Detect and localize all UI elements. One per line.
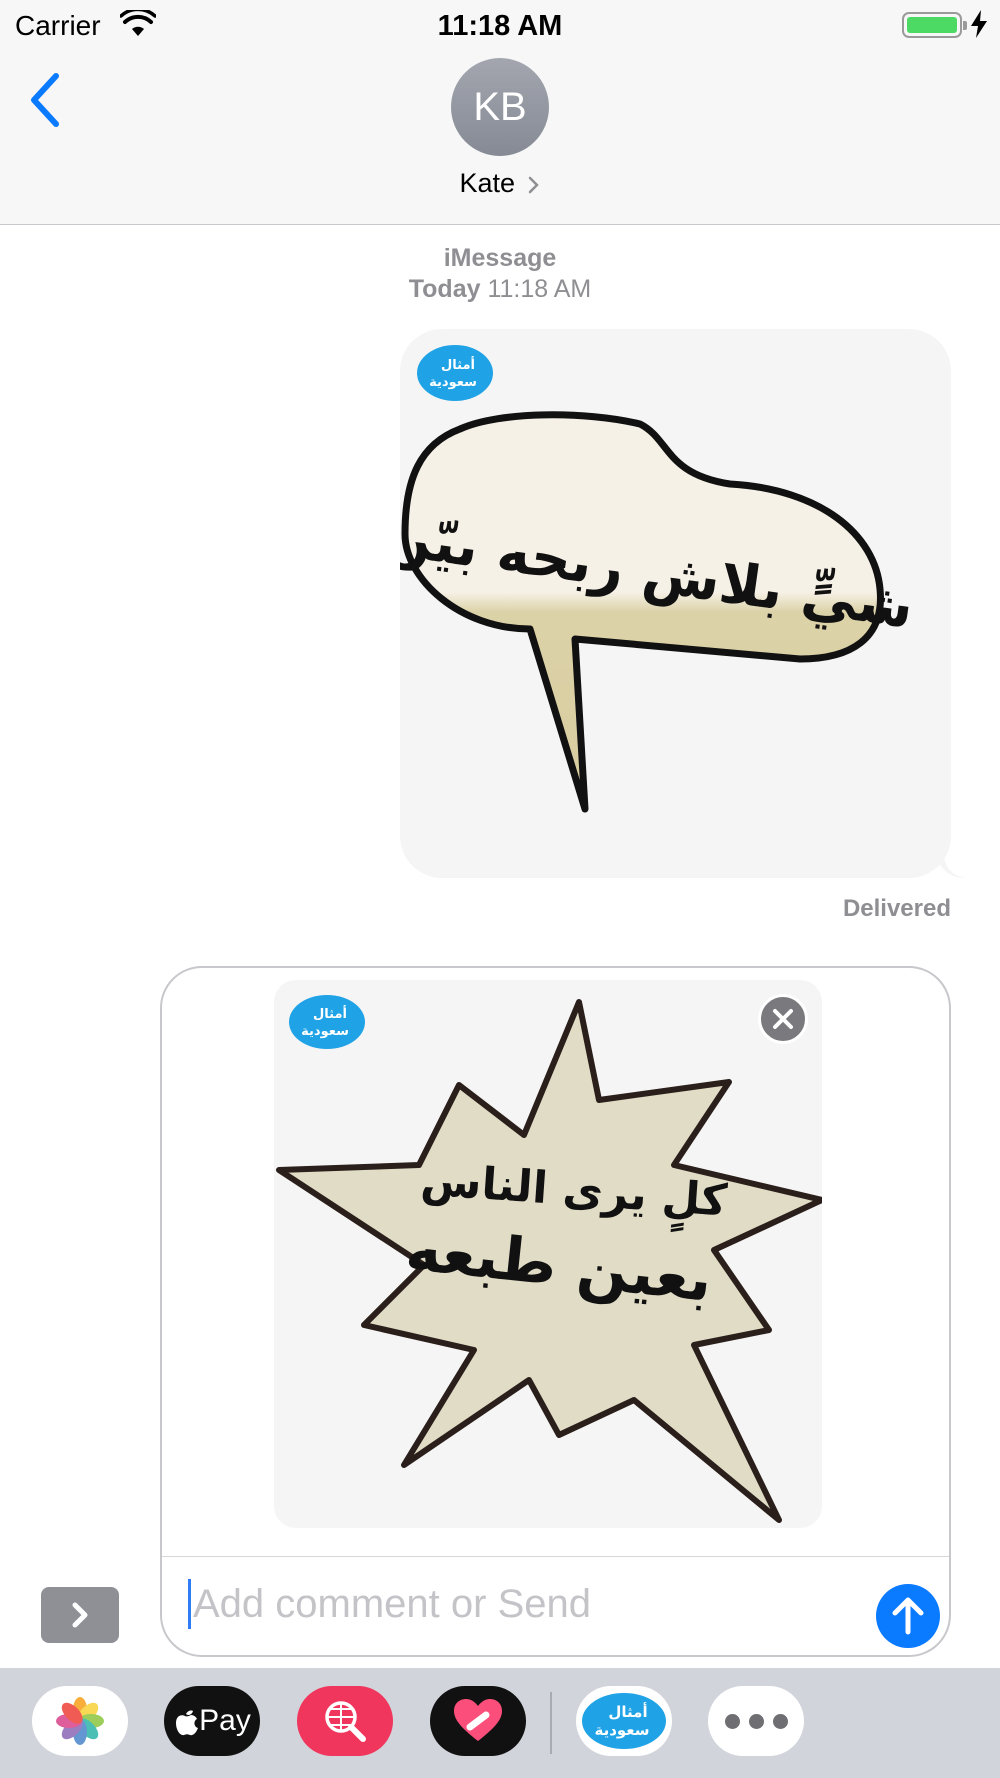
sticker-app-badge-line1: أمثال — [608, 1702, 647, 1721]
globe-search-icon — [325, 1701, 366, 1742]
text-cursor — [188, 1579, 191, 1629]
heart-icon — [454, 1699, 502, 1741]
compose-box: أمثال سعودية كلٍ يرى الناس بعين طبعه Add… — [160, 966, 951, 1657]
pay-label: Pay — [199, 1704, 251, 1737]
remove-attachment-icon[interactable] — [758, 994, 808, 1044]
sent-sticker-bubble[interactable]: أمثال سعودية شيٍّ بلاش ربحه بيّن — [400, 329, 951, 878]
speech-bubble-sticker: أمثال سعودية شيٍّ بلاش ربحه بيّن — [400, 345, 917, 813]
sticker-badge: أمثال سعودية — [289, 995, 365, 1049]
photos-app-button[interactable] — [32, 1686, 128, 1756]
badge-line2: سعودية — [429, 375, 477, 390]
sticker-app-button[interactable]: أمثال سعودية — [576, 1686, 672, 1756]
app-drawer: Pay أمثال سعودية — [0, 1668, 1000, 1778]
digital-touch-app-button[interactable] — [430, 1686, 526, 1756]
more-icon — [724, 1713, 788, 1729]
chevron-right-icon — [528, 176, 539, 194]
sticker-pack-icon: أمثال سعودية — [582, 1693, 666, 1749]
contact-name-button[interactable]: Kate — [0, 168, 1000, 199]
conversation-header: KB Kate — [0, 50, 1000, 225]
message-timestamp: Today 11:18 AM — [0, 275, 1000, 304]
arrow-up-icon — [892, 1597, 924, 1635]
contact-avatar[interactable]: KB — [451, 58, 549, 156]
more-apps-button[interactable] — [708, 1686, 804, 1756]
bubble-tail — [936, 856, 966, 878]
comment-placeholder: Add comment or Send — [193, 1581, 591, 1626]
timestamp-day: Today — [408, 275, 481, 303]
explosion-sticker: أمثال سعودية كلٍ يرى الناس بعين طبعه — [276, 995, 822, 1523]
drawer-divider — [550, 1692, 552, 1754]
comment-input[interactable]: Add comment or Send — [188, 1564, 848, 1644]
back-chevron-icon[interactable] — [26, 70, 66, 130]
badge-line1: أمثال — [441, 356, 475, 373]
compose-divider — [162, 1556, 949, 1557]
sticker-badge: أمثال سعودية — [417, 345, 493, 401]
attachment-preview[interactable]: أمثال سعودية كلٍ يرى الناس بعين طبعه — [274, 980, 822, 1528]
service-label: iMessage — [443, 244, 557, 272]
contact-name: Kate — [459, 168, 516, 198]
apple-logo-icon — [176, 1710, 199, 1736]
attachment-badge-line2: سعودية — [301, 1024, 349, 1039]
status-bar: Carrier 11:18 AM — [0, 0, 1000, 50]
chevron-right-icon — [72, 1602, 88, 1628]
photos-icon — [56, 1697, 104, 1745]
timestamp-time: 11:18 AM — [487, 275, 592, 303]
apple-pay-app-button[interactable]: Pay — [164, 1686, 260, 1756]
expand-apps-button[interactable] — [41, 1587, 119, 1643]
send-button[interactable] — [876, 1584, 940, 1648]
web-search-app-button[interactable] — [297, 1686, 393, 1756]
sticker-app-badge-line2: سعودية — [594, 1721, 649, 1739]
delivery-status: Delivered — [842, 895, 951, 922]
status-time: 11:18 AM — [437, 10, 563, 42]
attachment-badge-line1: أمثال — [313, 1005, 347, 1022]
battery-icon — [902, 12, 967, 38]
charging-icon — [971, 10, 987, 38]
